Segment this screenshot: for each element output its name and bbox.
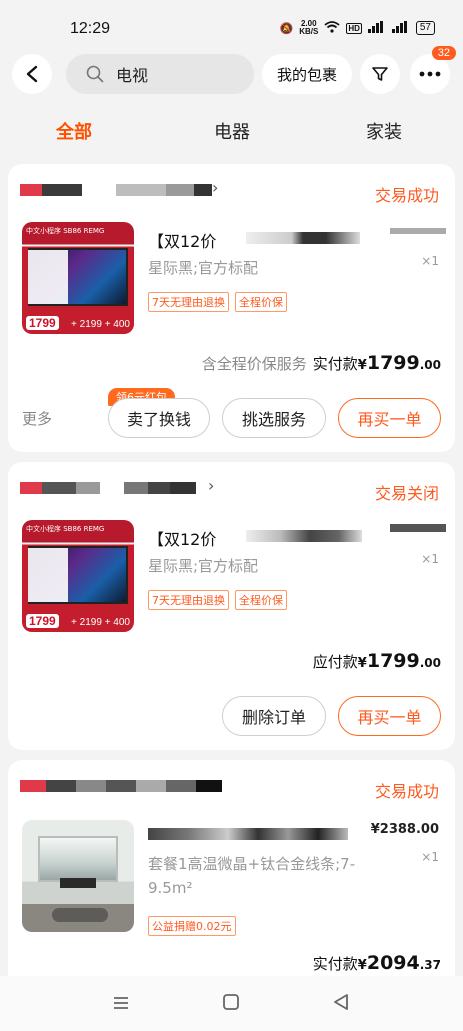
top-bar: 电视 我的包裹 32 [0, 46, 463, 98]
chevron-left-icon [26, 65, 38, 83]
delete-order-button[interactable]: 删除订单 [222, 696, 326, 736]
back-button[interactable] [12, 54, 52, 94]
tag-return: 7天无理由退换 [148, 590, 229, 610]
battery-icon: 57 [415, 21, 435, 35]
product-image[interactable] [22, 820, 134, 932]
order-card[interactable]: 交易成功 ¥2388.00 套餐1高温微晶+钛合金线条;7-9.5m² ×1 公… [8, 760, 455, 1000]
payment-line: 应付款 ¥ 1799 .00 [312, 650, 441, 672]
more-dots-icon [419, 71, 441, 77]
pay-label: 实付款 [312, 955, 358, 973]
buy-again-button[interactable]: 再买一单 [338, 398, 441, 438]
search-icon [86, 65, 104, 83]
notification-badge: 32 [431, 46, 456, 60]
sell-button[interactable]: 卖了换钱 [108, 398, 210, 438]
service-tags: 7天无理由退换 全程价保 [148, 590, 287, 610]
tab-appliances[interactable]: 电器 [214, 118, 250, 144]
status-icons: 🔕 2.00 KB/S HD 57 [279, 20, 435, 36]
more-button[interactable]: 32 [410, 46, 456, 94]
mute-icon: 🔕 [279, 22, 294, 35]
wifi-icon [324, 20, 340, 36]
service-tags: 7天无理由退换 全程价保 [148, 292, 287, 312]
thumb-price: 1799 [26, 316, 59, 330]
hd-icon: HD [346, 22, 362, 34]
product-spec: 星际黑;官方标配 [148, 259, 259, 277]
title-redacted [148, 828, 348, 840]
product-spec: 星际黑;官方标配 [148, 557, 259, 575]
tab-home-decor[interactable]: 家装 [366, 118, 402, 144]
tag-price-protect: 全程价保 [235, 590, 287, 610]
product-spec: 套餐1高温微晶+钛合金线条;7-9.5m² [148, 855, 356, 897]
product-image[interactable]: 中文小程序 SB86 REMG 1799 + 2199 + 400 [22, 520, 134, 632]
search-query: 电视 [116, 66, 149, 85]
service-tags: 公益捐赠0.02元 [148, 916, 236, 936]
signal-icon-1 [367, 20, 386, 36]
filter-icon [372, 67, 388, 81]
pay-amount: 2094 [366, 952, 420, 974]
more-link[interactable]: 更多 [22, 408, 52, 429]
back-triangle-icon[interactable] [332, 992, 350, 1016]
payment-line: 含全程价保服务 实付款 ¥ 1799 .00 [201, 352, 441, 374]
net-speed: 2.00 KB/S [299, 19, 319, 36]
my-package-button[interactable]: 我的包裹 [262, 54, 352, 94]
thumb-price: 1799 [26, 614, 59, 628]
title-redacted [246, 530, 362, 542]
tag-price-protect: 全程价保 [235, 292, 287, 312]
system-nav-bar [0, 976, 463, 1031]
pay-prefix: 含全程价保服务 [201, 355, 307, 373]
select-service-button[interactable]: 挑选服务 [222, 398, 326, 438]
shop-name-redacted[interactable] [20, 780, 222, 792]
product-qty: ×1 [421, 850, 439, 864]
shop-name-redacted[interactable] [20, 482, 196, 494]
status-time: 12:29 [70, 20, 111, 37]
product-title[interactable]: 【双12价 [148, 228, 216, 252]
menu-icon[interactable] [112, 992, 130, 1016]
signal-icon-2 [391, 20, 410, 36]
unit-price: ¥2388.00 [370, 822, 439, 837]
payment-line: 实付款 ¥ 2094 .37 [312, 952, 441, 974]
product-qty: ×1 [421, 552, 439, 566]
order-card[interactable]: › 交易关闭 中文小程序 SB86 REMG 1799 + 2199 + 400… [8, 462, 455, 750]
pay-label: 应付款 [312, 653, 358, 671]
shop-name-redacted[interactable] [20, 184, 212, 196]
category-tabs: 全部 电器 家装 [0, 112, 463, 152]
tag-charity: 公益捐赠0.02元 [148, 916, 236, 936]
order-card[interactable]: › 交易成功 中文小程序 SB86 REMG 1799 + 2199 + 400… [8, 164, 455, 452]
tab-all[interactable]: 全部 [56, 118, 92, 144]
tag-return: 7天无理由退换 [148, 292, 229, 312]
pay-label: 实付款 [312, 355, 358, 373]
buy-again-button[interactable]: 再买一单 [338, 696, 441, 736]
title-redacted [246, 232, 360, 244]
pay-amount: 1799 [366, 650, 420, 672]
pay-amount: 1799 [366, 352, 420, 374]
order-status: 交易成功 [374, 186, 439, 205]
product-qty: ×1 [421, 254, 439, 268]
order-status: 交易关闭 [374, 484, 439, 503]
chevron-right-icon: › [212, 178, 219, 197]
product-image[interactable]: 中文小程序 SB86 REMG 1799 + 2199 + 400 [22, 222, 134, 334]
status-bar: 12:29 🔕 2.00 KB/S HD 57 [0, 0, 463, 46]
search-input[interactable]: 电视 [66, 54, 254, 94]
home-icon[interactable] [222, 992, 240, 1016]
chevron-right-icon: › [208, 476, 215, 495]
order-status: 交易成功 [374, 782, 439, 801]
filter-button[interactable] [360, 54, 400, 94]
product-title[interactable]: 【双12价 [148, 526, 216, 550]
